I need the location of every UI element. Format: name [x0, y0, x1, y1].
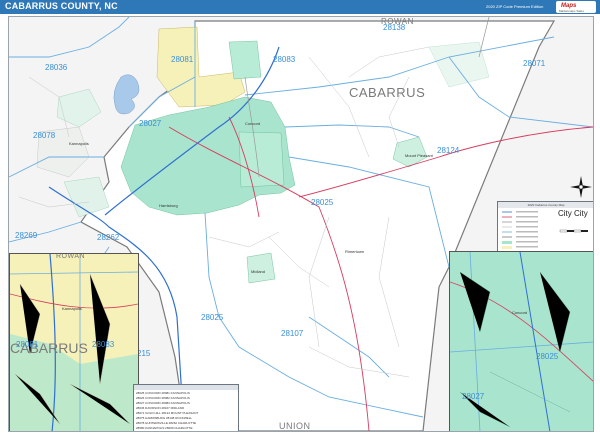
- zip-label-28083: 28083: [273, 55, 296, 64]
- map-title: CABARRUS COUNTY, NC: [5, 1, 118, 11]
- main-map[interactable]: ROWAN CABARRUS UNION 28138 28081 28083 2…: [8, 16, 594, 432]
- town-label-rimertown: Rimertown: [345, 249, 365, 254]
- zip-key-header: [134, 385, 238, 390]
- logo-tagline: Marketmaps Sales: [559, 9, 584, 13]
- title-banner: CABARRUS COUNTY, NC 2020 ZIP Code Premiu…: [0, 0, 600, 14]
- zip-key-row: 28071 GOLD HILL 28124 MOUNT PLEASANT: [136, 411, 199, 415]
- town-label-mount-pleasant: Mount Pleasant: [405, 153, 433, 158]
- town-label-concord: Concord: [245, 121, 261, 126]
- zip-key-row: 28027 CONCORD 28083 KANNAPOLIS: [136, 401, 190, 405]
- county-label-union: UNION: [279, 421, 311, 431]
- zip-key-row: 28036 DAVIDSON 28107 MIDLAND: [136, 406, 185, 410]
- zip-key-row: 28080 KANNAPOLIS 28269 CHARLOTTE: [136, 426, 193, 430]
- zip-label-28027: 28027: [139, 119, 162, 128]
- zip-key-row: 28026 CONCORD 28082 KANNAPOLIS: [136, 396, 190, 400]
- zip-label-28107: 28107: [281, 329, 304, 338]
- zip-key-row: 28025 CONCORD 28081 KANNAPOLIS: [136, 391, 190, 395]
- zip-label-28036: 28036: [45, 63, 68, 72]
- inset-map-concord[interactable]: 28025 28027 Concord: [449, 251, 593, 431]
- town-label-harrisburg: Harrisburg: [159, 203, 178, 208]
- inset-concord-base: [450, 252, 593, 431]
- county-label-cabarrus: CABARRUS: [349, 85, 426, 100]
- town-label-midland: Midland: [251, 269, 266, 274]
- inset-map-kannapolis[interactable]: ROWAN CABARRUS 28081 28083 Kannapolis: [9, 253, 139, 431]
- inset-zip-label-28083: 28083: [92, 340, 115, 349]
- zip-label-28025-south: 28025: [201, 313, 224, 322]
- inset-town-label-concord: Concord: [512, 310, 528, 315]
- marketmaps-logo-icon: Maps Marketmaps Sales: [556, 1, 596, 13]
- zip-label-215: 215: [137, 349, 151, 358]
- zip-label-28262: 28262: [97, 233, 120, 242]
- inset-town-label-kannapolis: Kannapolis: [62, 306, 82, 311]
- town-label-kannapolis: Kannapolis: [69, 141, 89, 146]
- zip-label-28124: 28124: [437, 146, 460, 155]
- zip-label-28081: 28081: [171, 55, 194, 64]
- inset-county-label-rowan: ROWAN: [56, 253, 86, 260]
- map-subtitle: 2020 ZIP Code Premium Edition: [486, 4, 544, 9]
- north-arrow-compass-icon: [570, 176, 592, 198]
- zip-label-28078: 28078: [33, 131, 56, 140]
- zip-code-key-table: 28025 CONCORD 28081 KANNAPOLIS 28026 CON…: [133, 384, 239, 431]
- map-frame: CABARRUS COUNTY, NC 2020 ZIP Code Premiu…: [0, 0, 600, 436]
- zip-key-row: 28078 HUNTERSVILLE 28262 CHARLOTTE: [136, 421, 197, 425]
- inset-zip-label-28025: 28025: [536, 352, 559, 361]
- inset-zip-label-28081: 28081: [16, 340, 39, 349]
- zip-label-28138: 28138: [383, 23, 406, 32]
- zip-label-28071: 28071: [523, 59, 546, 68]
- zip-label-28269: 28269: [15, 231, 38, 240]
- zip-key-row: 28075 HARRISBURG 28138 ROCKWELL: [136, 416, 193, 420]
- zip-label-28025: 28025: [311, 198, 334, 207]
- inset-zip-label-28027: 28027: [462, 392, 485, 401]
